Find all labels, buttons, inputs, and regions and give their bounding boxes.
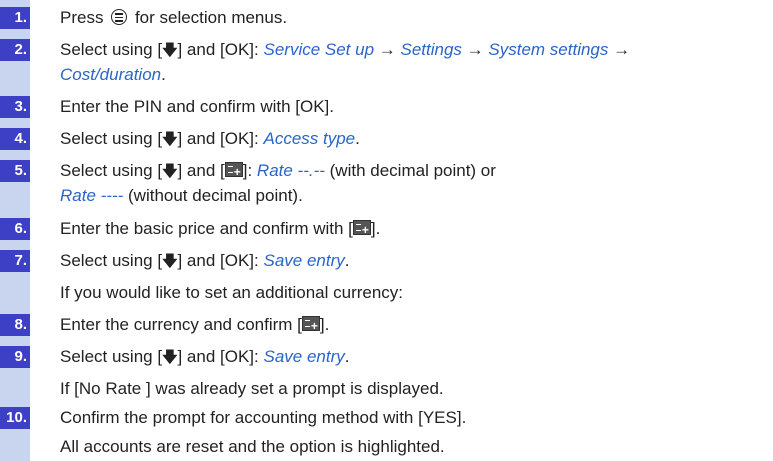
step-text-part: Select using [: [60, 251, 163, 270]
step-text-part: (with decimal point) or: [324, 161, 496, 180]
step-text-part: ].: [370, 219, 381, 238]
step-text: Select using [🡇] and []: Rate --.-- (wit…: [60, 158, 770, 208]
step-number: 6.: [0, 218, 30, 240]
step-text-part: ] and [OK]:: [177, 40, 264, 59]
step-text: Select using [🡇] and [OK]: Service Set u…: [60, 37, 770, 87]
step-text-part: Select using [: [60, 161, 163, 180]
step-text-part: Select using [: [60, 347, 163, 366]
step-number: 7.: [0, 250, 30, 272]
menu-path-item: Settings: [400, 40, 462, 59]
step-text-part: .: [161, 65, 166, 84]
step-text-part: Select using [: [60, 129, 163, 148]
path-arrow: →: [374, 40, 401, 59]
menu-path-item: Cost/duration: [60, 65, 162, 84]
note-text: If you would like to set an additional c…: [60, 283, 404, 302]
step-text-part: .: [344, 347, 350, 366]
path-arrow: →: [461, 40, 489, 59]
menu-path-item: Rate --.--: [256, 161, 325, 180]
step-text-part: Select using [: [60, 40, 163, 59]
instruction-page: 1. Press for selection menus. 2. Select …: [0, 0, 773, 461]
step-text: Select using [🡇] and [OK]: Save entry.: [60, 248, 770, 273]
step-text-part: .: [355, 129, 360, 148]
step-text: Press for selection menus.: [60, 5, 770, 30]
down-arrow-icon: 🡇: [162, 253, 178, 270]
step-text: Confirm the prompt for accounting method…: [60, 408, 467, 427]
step-number: 3.: [0, 96, 30, 118]
note-text: All accounts are reset and the option is…: [60, 437, 445, 456]
step-text-part: (without decimal point).: [123, 186, 303, 205]
step-text: Select using [🡇] and [OK]: Access type.: [60, 126, 770, 151]
path-arrow: →: [608, 40, 631, 59]
down-arrow-icon: 🡇: [162, 349, 178, 366]
step-number: 1.: [0, 7, 30, 29]
display-softkey-icon: [352, 218, 371, 243]
step-text-part: ] and [OK]:: [177, 347, 264, 366]
step-text: Enter the currency and confirm [].: [60, 312, 770, 339]
step-text-part: for selection menus.: [134, 8, 288, 27]
step-text-part: Enter the currency and confirm [: [60, 315, 302, 334]
step-number: 9.: [0, 346, 30, 368]
step-text-part: ] and [: [177, 161, 225, 180]
step-text: Enter the basic price and confirm with […: [60, 216, 770, 243]
down-arrow-icon: 🡇: [162, 163, 178, 180]
step-number: 8.: [0, 314, 30, 336]
step-number: 5.: [0, 160, 30, 182]
display-softkey-icon: [224, 160, 243, 185]
step-text-part: ]:: [242, 161, 257, 180]
down-arrow-icon: 🡇: [162, 42, 178, 59]
step-text-part: Press: [60, 8, 104, 27]
menu-path-item: System settings: [488, 40, 609, 59]
step-text: Enter the PIN and confirm with [OK].: [60, 97, 335, 116]
step-text: Select using [🡇] and [OK]: Save entry.: [60, 344, 770, 369]
menu-path-item: Service Set up: [263, 40, 375, 59]
menu-path-item: Save entry: [263, 251, 345, 270]
step-number: 10.: [0, 407, 30, 429]
menu-key-icon: [111, 9, 128, 25]
step-text-part: ].: [319, 315, 330, 334]
step-text-part: .: [344, 251, 350, 270]
menu-path-item: Rate ----: [60, 186, 124, 205]
step-number: 4.: [0, 128, 30, 150]
menu-path-item: Access type: [263, 129, 356, 148]
down-arrow-icon: 🡇: [162, 131, 178, 148]
step-text-part: Enter the basic price and confirm with [: [60, 219, 353, 238]
display-softkey-icon: [301, 314, 320, 339]
menu-path-item: Save entry: [263, 347, 345, 366]
note-text: If [No Rate ] was already set a prompt i…: [60, 379, 444, 398]
step-text-part: ] and [OK]:: [177, 251, 264, 270]
step-number: 2.: [0, 39, 30, 61]
step-text-part: ] and [OK]:: [177, 129, 264, 148]
